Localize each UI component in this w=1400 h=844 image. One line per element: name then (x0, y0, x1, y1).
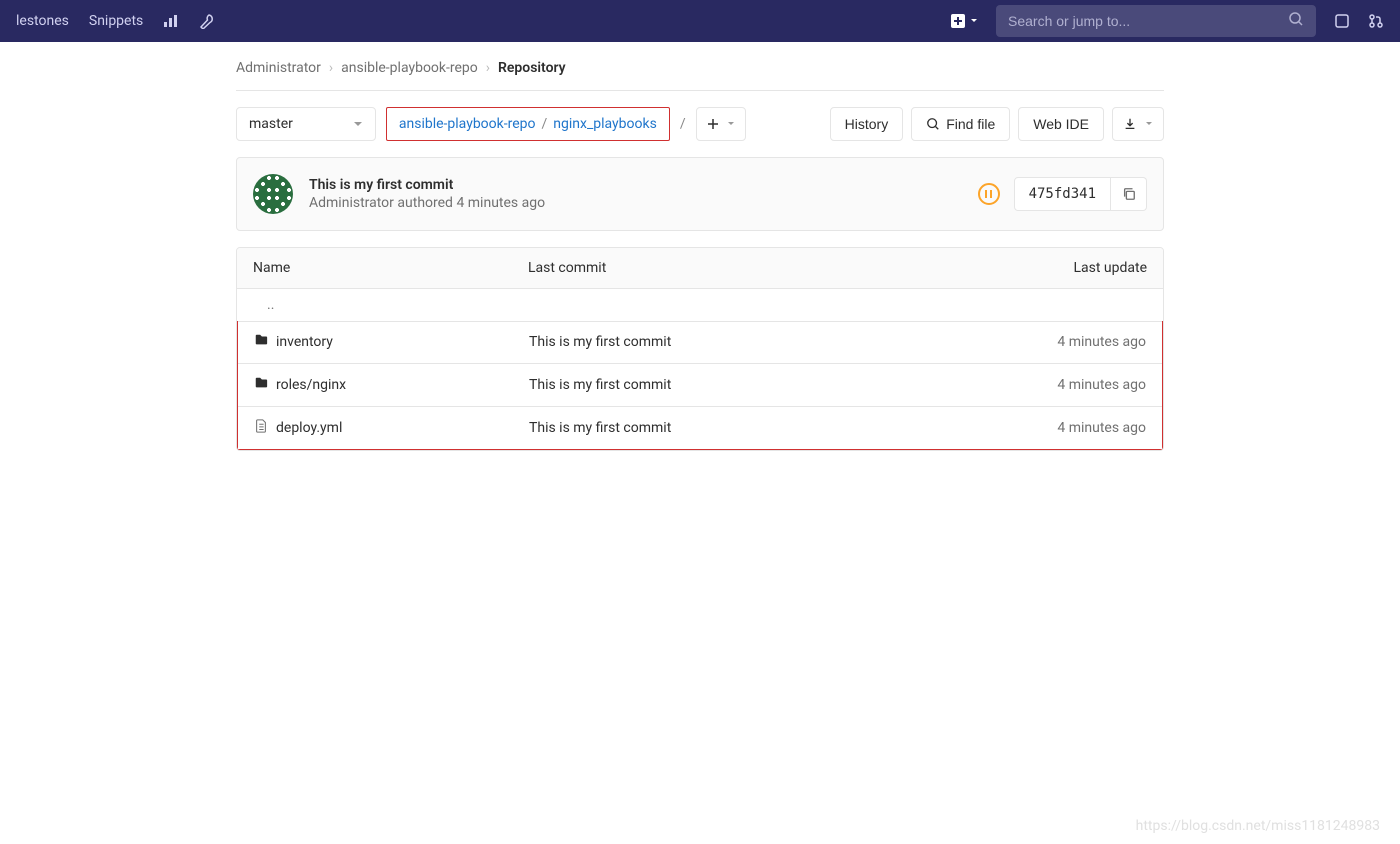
topnav-left-group: lestones Snippets (16, 13, 215, 29)
file-commit-link[interactable]: This is my first commit (529, 420, 996, 436)
folder-icon (254, 333, 268, 351)
nav-milestones[interactable]: lestones (16, 13, 69, 29)
nav-snippets[interactable]: Snippets (89, 13, 143, 29)
breadcrumb: Administrator › ansible-playbook-repo › … (236, 42, 1164, 91)
folder-icon (254, 376, 268, 394)
commit-meta: Administrator authored 4 minutes ago (309, 195, 978, 211)
file-icon (254, 419, 268, 437)
chevron-right-icon: › (486, 60, 490, 76)
header-update: Last update (997, 260, 1147, 276)
table-row: inventory This is my first commit4 minute… (238, 321, 1162, 364)
search-icon (926, 117, 940, 131)
header-name: Name (253, 260, 528, 276)
topnav-right-group (950, 5, 1384, 37)
table-row: roles/nginx This is my first commit4 minu… (238, 364, 1162, 407)
commit-sha[interactable]: 475fd341 (1014, 177, 1111, 211)
add-button[interactable] (696, 107, 746, 141)
chevron-down-icon (1145, 120, 1153, 128)
chevron-down-icon (353, 119, 363, 129)
commit-time: 4 minutes ago (456, 195, 545, 211)
commit-title[interactable]: This is my first commit (309, 177, 978, 193)
search-box[interactable] (996, 5, 1316, 37)
commit-actions: 475fd341 (978, 177, 1147, 211)
path-sub[interactable]: nginx_playbooks (553, 116, 657, 132)
highlighted-rows: inventoryThis is my first commit4 minute… (237, 321, 1163, 450)
branch-selector[interactable]: master (236, 107, 376, 141)
top-navigation: lestones Snippets (0, 0, 1400, 42)
last-commit-panel: This is my first commit Administrator au… (236, 157, 1164, 231)
watermark: https://blog.csdn.net/miss1181248983 (1136, 818, 1380, 834)
download-icon (1123, 117, 1137, 131)
find-file-label: Find file (946, 116, 995, 132)
copy-icon (1122, 187, 1136, 201)
file-name-cell: deploy.yml (254, 419, 529, 437)
issues-icon[interactable] (1334, 13, 1350, 29)
file-update-time: 4 minutes ago (996, 377, 1146, 393)
download-button[interactable] (1112, 107, 1164, 141)
copy-sha-button[interactable] (1111, 177, 1147, 211)
breadcrumb-admin[interactable]: Administrator (236, 60, 321, 76)
chevron-down-icon (727, 120, 735, 128)
new-dropdown[interactable] (950, 13, 978, 29)
branch-name: master (249, 116, 293, 132)
file-update-time: 4 minutes ago (996, 420, 1146, 436)
search-icon (1288, 11, 1304, 31)
file-name-link[interactable]: roles/nginx (276, 377, 346, 393)
main-content: Administrator › ansible-playbook-repo › … (220, 42, 1180, 451)
commit-sha-group: 475fd341 (1014, 177, 1147, 211)
file-table: Name Last commit Last update .. inventor… (236, 247, 1164, 451)
activity-icon[interactable] (163, 13, 179, 29)
path-breadcrumb: ansible-playbook-repo / nginx_playbooks (386, 107, 670, 141)
history-button[interactable]: History (830, 107, 904, 141)
plus-square-icon (950, 13, 966, 29)
commit-author[interactable]: Administrator (309, 195, 394, 211)
file-commit-link[interactable]: This is my first commit (529, 377, 996, 393)
breadcrumb-repo[interactable]: ansible-playbook-repo (341, 60, 478, 76)
path-root[interactable]: ansible-playbook-repo (399, 116, 536, 132)
table-row: deploy.yml This is my first commit4 minut… (238, 407, 1162, 449)
plus-icon (707, 118, 719, 130)
commit-info: This is my first commit Administrator au… (309, 177, 978, 211)
parent-directory-link[interactable]: .. (237, 289, 1163, 322)
file-name-link[interactable]: inventory (276, 334, 333, 350)
toolbar-actions: History Find file Web IDE (830, 107, 1164, 141)
chevron-right-icon: › (329, 60, 333, 76)
web-ide-button[interactable]: Web IDE (1018, 107, 1104, 141)
file-commit-link[interactable]: This is my first commit (529, 334, 996, 350)
wrench-icon[interactable] (199, 13, 215, 29)
avatar[interactable] (253, 174, 293, 214)
merge-requests-icon[interactable] (1368, 13, 1384, 29)
file-update-time: 4 minutes ago (996, 334, 1146, 350)
file-name-cell: inventory (254, 333, 529, 351)
find-file-button[interactable]: Find file (911, 107, 1010, 141)
repo-toolbar: master ansible-playbook-repo / nginx_pla… (236, 91, 1164, 157)
header-commit: Last commit (528, 260, 997, 276)
search-input[interactable] (1008, 13, 1288, 29)
file-name-link[interactable]: deploy.yml (276, 420, 342, 436)
breadcrumb-current: Repository (498, 60, 566, 76)
chevron-down-icon (970, 17, 978, 25)
file-table-header: Name Last commit Last update (237, 248, 1163, 289)
pipeline-status-icon[interactable] (978, 183, 1000, 205)
file-name-cell: roles/nginx (254, 376, 529, 394)
